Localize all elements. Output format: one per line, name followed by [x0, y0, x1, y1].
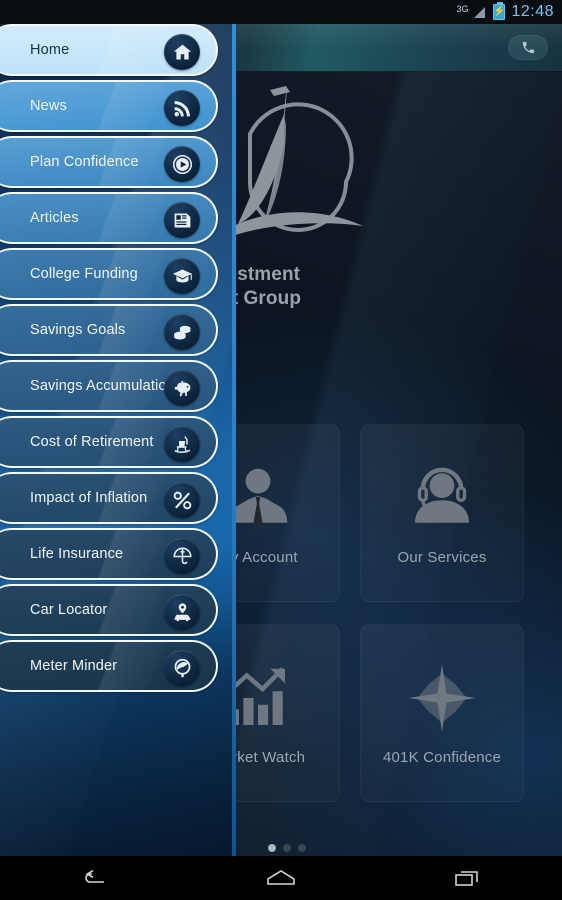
system-nav-bar [0, 856, 562, 900]
nav-back-button[interactable] [57, 856, 131, 900]
rss-feed-icon [164, 90, 200, 126]
sidebar-item-label: News [30, 98, 67, 114]
battery-charging-icon: ⚡ [493, 2, 506, 20]
nav-recents-button[interactable] [431, 856, 505, 900]
tile-label: Our Services [397, 548, 487, 566]
sidebar-item-label: College Funding [30, 266, 138, 282]
tile-our-services[interactable]: Our Services [360, 424, 524, 602]
umbrella-icon [164, 538, 200, 574]
sidebar-item-label: Plan Confidence [30, 154, 139, 170]
sidebar-item-impact-of-inflation[interactable]: Impact of Inflation [0, 472, 218, 524]
recent-apps-icon [455, 871, 479, 886]
sidebar-item-label: Life Insurance [30, 546, 124, 562]
page-dot-2[interactable] [283, 844, 291, 852]
graduation-cap-icon [164, 258, 200, 294]
newspaper-icon [164, 202, 200, 238]
play-circle-icon [164, 146, 200, 182]
status-clock: 12:48 [511, 3, 554, 20]
sidebar-item-savings-accumulation[interactable]: Savings Accumulation [0, 360, 218, 412]
sidebar-item-home[interactable]: Home [0, 24, 218, 76]
sidebar-item-plan-confidence[interactable]: Plan Confidence [0, 136, 218, 188]
page-indicator[interactable] [268, 844, 306, 852]
network-type-label: 3G [456, 3, 469, 14]
call-button[interactable] [508, 35, 548, 60]
sidebar-item-label: Savings Accumulation [30, 378, 175, 394]
sidebar-item-label: Car Locator [30, 602, 108, 618]
sailboat-logo [228, 74, 388, 259]
drawer-edge-highlight [232, 24, 236, 856]
home-icon [267, 870, 295, 885]
car-pin-icon [164, 594, 200, 630]
phone-icon [522, 41, 534, 54]
sidebar-item-savings-goals[interactable]: Savings Goals [0, 304, 218, 356]
sidebar-item-news[interactable]: News [0, 80, 218, 132]
sidebar-item-cost-of-retirement[interactable]: Cost of Retirement [0, 416, 218, 468]
sidebar-item-car-locator[interactable]: Car Locator [0, 584, 218, 636]
navigation-drawer: Home News Plan Confidence Articles Colle… [0, 24, 236, 856]
tile-label: 401K Confidence [382, 748, 502, 766]
sidebar-item-label: Cost of Retirement [30, 434, 154, 450]
page-dot-3[interactable] [298, 844, 306, 852]
coins-stack-icon [164, 314, 200, 350]
sidebar-item-label: Impact of Inflation [30, 490, 148, 506]
sidebar-item-label: Home [30, 42, 70, 58]
sidebar-item-life-insurance[interactable]: Life Insurance [0, 528, 218, 580]
sidebar-item-label: Savings Goals [30, 322, 126, 338]
sidebar-item-meter-minder[interactable]: Meter Minder [0, 640, 218, 692]
sidebar-item-articles[interactable]: Articles [0, 192, 218, 244]
status-bar: 3G ⚡ 12:48 [0, 0, 562, 24]
headset-person-icon [405, 461, 479, 535]
sidebar-item-label: Meter Minder [30, 658, 118, 674]
percent-icon [164, 482, 200, 518]
android-device-screen: 3G ⚡ 12:48 Home [0, 0, 562, 900]
sidebar-item-college-funding[interactable]: College Funding [0, 248, 218, 300]
page-dot-1[interactable] [268, 844, 276, 852]
nav-home-button[interactable] [244, 856, 318, 900]
rocking-chair-icon [164, 426, 200, 462]
compass-star-icon [405, 661, 479, 735]
back-icon [85, 869, 104, 883]
home-icon [164, 34, 200, 70]
tile-401k-confidence[interactable]: 401K Confidence [360, 624, 524, 802]
drawer-menu: Home News Plan Confidence Articles Colle… [0, 24, 236, 692]
sidebar-item-label: Articles [30, 210, 79, 226]
piggy-bank-icon [164, 370, 200, 406]
signal-bars-icon [474, 6, 487, 18]
parking-meter-icon [164, 650, 200, 686]
